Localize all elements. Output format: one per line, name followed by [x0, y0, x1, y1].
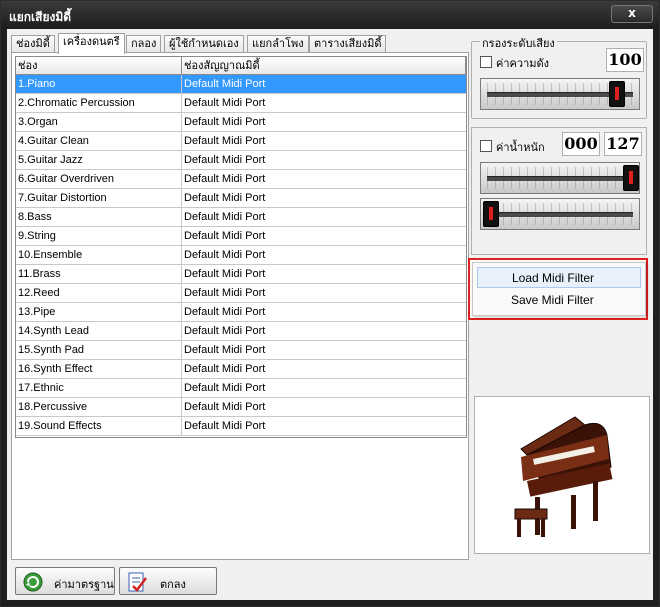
loudness-slider[interactable] [480, 78, 640, 110]
midi-port-cell[interactable]: Default Midi Port [182, 208, 466, 226]
table-row[interactable]: 15.Synth Pad Default Midi Port [16, 341, 466, 360]
table-row[interactable]: 19.Sound Effects Default Midi Port [16, 417, 466, 436]
column-header-midi-port[interactable]: ช่องสัญญาณมิดี้ [182, 57, 466, 74]
midi-port-cell[interactable]: Default Midi Port [182, 398, 466, 416]
weight-min-slider-thumb[interactable] [483, 201, 499, 227]
tab-drums[interactable]: กลอง [126, 35, 162, 53]
midi-port-cell[interactable]: Default Midi Port [182, 94, 466, 112]
loudness-slider-thumb[interactable] [609, 81, 625, 107]
channel-cell[interactable]: 9.String [16, 227, 182, 245]
grid-header: ช่อง ช่องสัญญาณมิดี้ [16, 57, 466, 75]
instrument-grid[interactable]: ช่อง ช่องสัญญาณมิดี้ 1.Piano Default Midi… [15, 56, 467, 438]
midi-port-cell[interactable]: Default Midi Port [182, 360, 466, 378]
table-row[interactable]: 10.Ensemble Default Midi Port [16, 246, 466, 265]
context-menu: Load Midi Filter Save Midi Filter [472, 262, 646, 316]
channel-cell[interactable]: 14.Synth Lead [16, 322, 182, 340]
table-row[interactable]: 12.Reed Default Midi Port [16, 284, 466, 303]
table-row[interactable]: 4.Guitar Clean Default Midi Port [16, 132, 466, 151]
channel-cell[interactable]: 15.Synth Pad [16, 341, 182, 359]
loudness-checkbox[interactable] [480, 56, 492, 68]
close-button[interactable]: x [611, 5, 653, 23]
midi-port-cell[interactable]: Default Midi Port [182, 132, 466, 150]
channel-cell[interactable]: 7.Guitar Distortion [16, 189, 182, 207]
table-row[interactable]: 5.Guitar Jazz Default Midi Port [16, 151, 466, 170]
tab-midi-sound-table[interactable]: ตารางเสียงมิดี้ [309, 35, 387, 53]
loudness-value: 100 [606, 48, 644, 72]
checklist-icon [128, 572, 147, 592]
channel-cell[interactable]: 5.Guitar Jazz [16, 151, 182, 169]
midi-port-cell[interactable]: Default Midi Port [182, 246, 466, 264]
weight-max-slider[interactable] [480, 162, 640, 194]
midi-port-cell[interactable]: Default Midi Port [182, 417, 466, 435]
column-header-channel[interactable]: ช่อง [16, 57, 182, 74]
table-row[interactable]: 17.Ethnic Default Midi Port [16, 379, 466, 398]
midi-port-cell[interactable]: Default Midi Port [182, 75, 466, 93]
loudness-label: ค่าความดัง [496, 57, 550, 70]
channel-cell[interactable]: 19.Sound Effects [16, 417, 182, 435]
table-row[interactable]: 13.Pipe Default Midi Port [16, 303, 466, 322]
midi-port-cell[interactable]: Default Midi Port [182, 151, 466, 169]
tab-instruments[interactable]: เครื่องดนตรี [58, 33, 125, 54]
channel-cell[interactable]: 11.Brass [16, 265, 182, 283]
channel-cell[interactable]: 3.Organ [16, 113, 182, 131]
title-bar[interactable]: แยกเสียงมิดี้ x [1, 1, 659, 29]
midi-port-cell[interactable]: Default Midi Port [182, 303, 466, 321]
pitch-filter-label: กรองระดับเสียง [480, 34, 557, 52]
channel-cell[interactable]: 16.Synth Effect [16, 360, 182, 378]
midi-port-cell[interactable]: Default Midi Port [182, 227, 466, 245]
table-row[interactable]: 6.Guitar Overdriven Default Midi Port [16, 170, 466, 189]
midi-port-cell[interactable]: Default Midi Port [182, 341, 466, 359]
channel-cell[interactable]: 13.Pipe [16, 303, 182, 321]
midi-port-cell[interactable]: Default Midi Port [182, 265, 466, 283]
weight-max-slider-thumb[interactable] [623, 165, 639, 191]
channel-cell[interactable]: 1.Piano [16, 75, 182, 93]
midi-port-cell[interactable]: Default Midi Port [182, 379, 466, 397]
midi-port-cell[interactable]: Default Midi Port [182, 284, 466, 302]
weight-label: ค่าน้ำหนัก [496, 141, 545, 154]
channel-cell[interactable]: 10.Ensemble [16, 246, 182, 264]
refresh-icon [23, 572, 43, 592]
midi-port-cell[interactable]: Default Midi Port [182, 322, 466, 340]
ok-button-label: ตกลง [160, 578, 186, 591]
weight-filter-group: ค่าน้ำหนัก 000 127 [471, 127, 647, 255]
channel-cell[interactable]: 8.Bass [16, 208, 182, 226]
weight-max-value: 127 [604, 132, 642, 156]
table-row[interactable]: 7.Guitar Distortion Default Midi Port [16, 189, 466, 208]
table-row[interactable]: 14.Synth Lead Default Midi Port [16, 322, 466, 341]
channel-cell[interactable]: 4.Guitar Clean [16, 132, 182, 150]
ok-button[interactable]: ตกลง [119, 567, 217, 595]
channel-cell[interactable]: 18.Percussive [16, 398, 182, 416]
window-title: แยกเสียงมิดี้ [9, 10, 72, 24]
table-row[interactable]: 9.String Default Midi Port [16, 227, 466, 246]
weight-checkbox[interactable] [480, 140, 492, 152]
channel-cell[interactable]: 6.Guitar Overdriven [16, 170, 182, 188]
channel-cell[interactable]: 12.Reed [16, 284, 182, 302]
default-button-label: ค่ามาตรฐาน [54, 578, 114, 591]
tab-user-defined[interactable]: ผู้ใช้กำหนดเอง [164, 35, 244, 53]
table-row[interactable]: 8.Bass Default Midi Port [16, 208, 466, 227]
tab-speakers[interactable]: แยกลำโพง [247, 35, 309, 53]
pitch-filter-group: กรองระดับเสียง ค่าความดัง 100 [471, 34, 647, 119]
midi-port-cell[interactable]: Default Midi Port [182, 170, 466, 188]
weight-min-slider[interactable] [480, 198, 640, 230]
load-midi-filter-item[interactable]: Load Midi Filter [477, 267, 641, 288]
table-row[interactable]: 2.Chromatic Percussion Default Midi Port [16, 94, 466, 113]
save-midi-filter-item[interactable]: Save Midi Filter [477, 290, 641, 311]
table-row[interactable]: 1.Piano Default Midi Port [16, 75, 466, 94]
channel-cell[interactable]: 2.Chromatic Percussion [16, 94, 182, 112]
instrument-image-panel [474, 396, 650, 554]
weight-min-value: 000 [562, 132, 600, 156]
instruments-panel: ช่อง ช่องสัญญาณมิดี้ 1.Piano Default Midi… [11, 52, 469, 560]
default-button[interactable]: ค่ามาตรฐาน [15, 567, 115, 595]
table-row[interactable]: 16.Synth Effect Default Midi Port [16, 360, 466, 379]
tab-midi-channel[interactable]: ช่องมิดี้ [11, 35, 55, 53]
table-row[interactable]: 18.Percussive Default Midi Port [16, 398, 466, 417]
midi-port-cell[interactable]: Default Midi Port [182, 113, 466, 131]
table-row[interactable]: 11.Brass Default Midi Port [16, 265, 466, 284]
channel-cell[interactable]: 17.Ethnic [16, 379, 182, 397]
grand-piano-icon [514, 416, 613, 537]
table-row[interactable]: 3.Organ Default Midi Port [16, 113, 466, 132]
midi-port-cell[interactable]: Default Midi Port [182, 189, 466, 207]
